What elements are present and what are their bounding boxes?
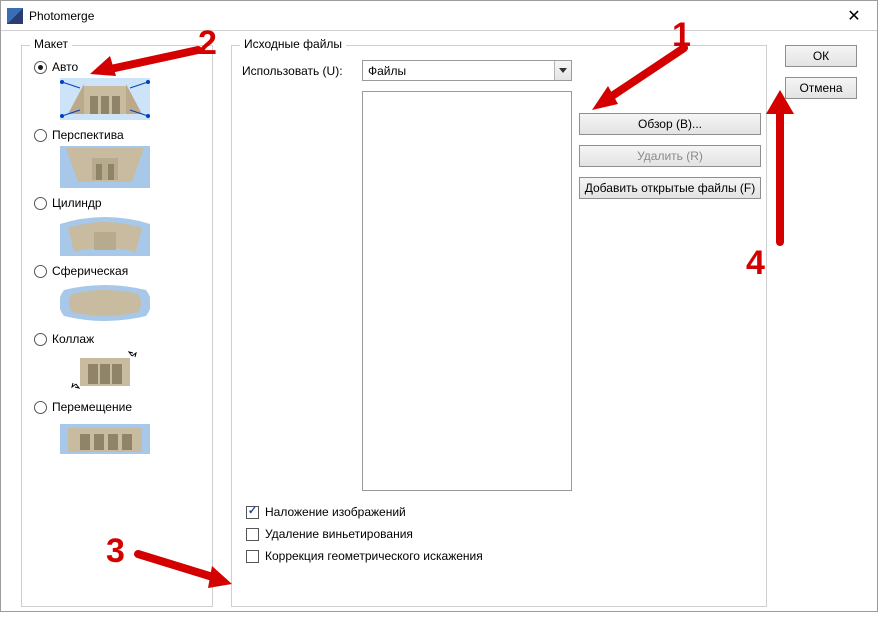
check-geom[interactable]: Коррекция геометрического искажения [246, 549, 756, 563]
ok-button[interactable]: ОК [785, 45, 857, 67]
layout-label: Цилиндр [52, 196, 102, 210]
check-label: Наложение изображений [265, 505, 406, 519]
radio-icon [34, 333, 47, 346]
titlebar: Photomerge ✕ [1, 1, 877, 31]
source-legend: Исходные файлы [240, 37, 346, 51]
window-title: Photomerge [29, 9, 831, 23]
check-blend[interactable]: Наложение изображений [246, 505, 756, 519]
check-label: Удаление виньетирования [265, 527, 413, 541]
radio-icon [34, 401, 47, 414]
use-value: Файлы [368, 64, 406, 78]
radio-icon [34, 265, 47, 278]
photomerge-dialog: Photomerge ✕ Макет Авто [0, 0, 878, 612]
layout-radio-perspective[interactable]: Перспектива [32, 128, 202, 142]
layout-radio-cylinder[interactable]: Цилиндр [32, 196, 202, 210]
browse-button[interactable]: Обзор (B)... [579, 113, 761, 135]
layout-thumb-spherical [60, 282, 150, 324]
layout-option-spherical: Сферическая [32, 264, 202, 324]
file-list[interactable] [362, 91, 572, 491]
layout-thumb-perspective [60, 146, 150, 188]
layout-label: Перемещение [52, 400, 132, 414]
layout-option-cylinder: Цилиндр [32, 196, 202, 256]
layout-label: Сферическая [52, 264, 128, 278]
add-open-button[interactable]: Добавить открытые файлы (F) [579, 177, 761, 199]
layout-option-reposition: Перемещение [32, 400, 202, 460]
layout-thumb-auto [60, 78, 150, 120]
layout-radio-reposition[interactable]: Перемещение [32, 400, 202, 414]
use-combobox[interactable]: Файлы [362, 60, 572, 81]
chevron-down-icon [554, 61, 571, 80]
layout-radio-collage[interactable]: Коллаж [32, 332, 202, 346]
client-area: Макет Авто [1, 31, 877, 625]
layout-label: Перспектива [52, 128, 124, 142]
layout-radio-auto[interactable]: Авто [32, 60, 202, 74]
radio-icon [34, 61, 47, 74]
radio-icon [34, 129, 47, 142]
source-buttons: Обзор (B)... Удалить (R) Добавить открыт… [579, 113, 761, 199]
layout-radio-spherical[interactable]: Сферическая [32, 264, 202, 278]
layout-label: Коллаж [52, 332, 94, 346]
layout-label: Авто [52, 60, 78, 74]
layout-thumb-cylinder [60, 214, 150, 256]
check-vignette[interactable]: Удаление виньетирования [246, 527, 756, 541]
radio-icon [34, 197, 47, 210]
remove-button[interactable]: Удалить (R) [579, 145, 761, 167]
close-icon[interactable]: ✕ [831, 1, 877, 31]
check-label: Коррекция геометрического искажения [265, 549, 483, 563]
layout-group: Макет Авто [21, 45, 213, 607]
layout-option-auto: Авто [32, 60, 202, 120]
layout-thumb-collage [60, 350, 150, 392]
checkbox-icon [246, 528, 259, 541]
layout-legend: Макет [30, 37, 72, 51]
checkbox-icon [246, 506, 259, 519]
layout-option-collage: Коллаж [32, 332, 202, 392]
checkbox-icon [246, 550, 259, 563]
dialog-actions: ОК Отмена [785, 45, 857, 607]
layout-thumb-reposition [60, 418, 150, 460]
use-label: Использовать (U): [242, 64, 354, 78]
cancel-button[interactable]: Отмена [785, 77, 857, 99]
app-icon [7, 8, 23, 24]
layout-option-perspective: Перспектива [32, 128, 202, 188]
